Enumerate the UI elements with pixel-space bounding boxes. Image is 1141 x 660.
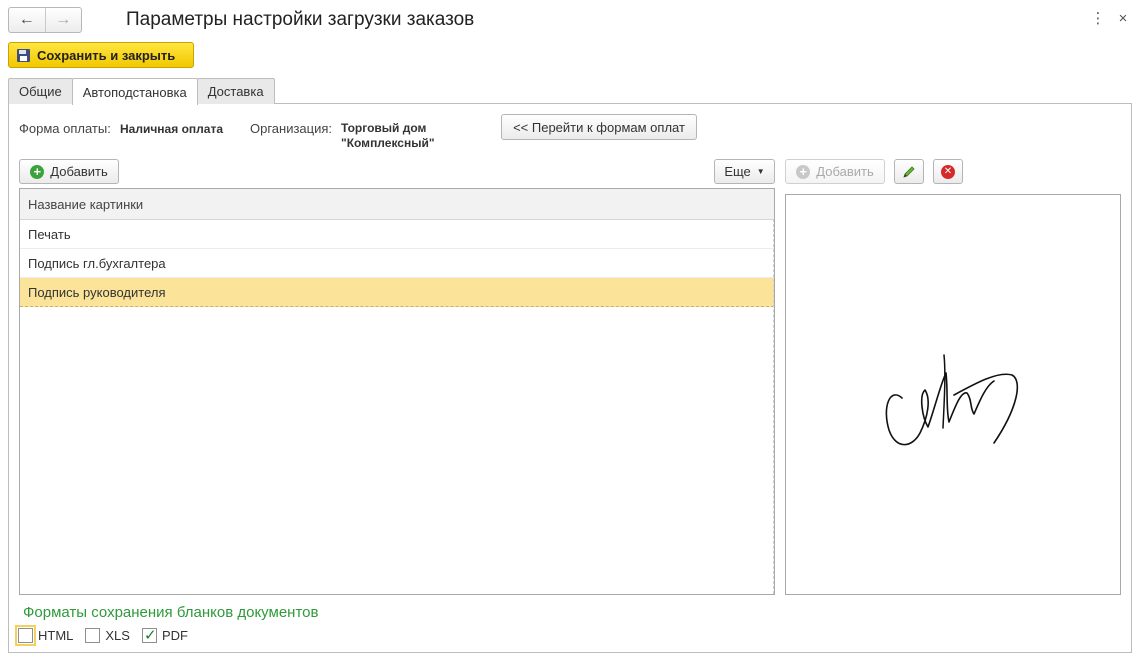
table-row[interactable]: Подпись гл.бухгалтера	[20, 249, 774, 278]
delete-circle-icon: ✕	[941, 164, 955, 179]
floppy-disk-icon	[17, 48, 30, 62]
close-button[interactable]: ×	[1115, 8, 1131, 28]
table-row[interactable]: Печать	[20, 220, 774, 249]
picture-preview	[785, 194, 1121, 595]
plus-circle-icon: +	[30, 164, 45, 179]
pdf-checkbox[interactable]: ✓	[141, 626, 157, 644]
add-picture-button[interactable]: + Добавить	[19, 159, 119, 184]
table-row-selected[interactable]: Подпись руководителя	[20, 278, 774, 307]
goto-payment-forms-button[interactable]: << Перейти к формам оплат	[501, 114, 697, 140]
signature-image	[885, 354, 1019, 446]
tab-delivery[interactable]: Доставка	[196, 78, 275, 104]
add-image-button[interactable]: + Добавить	[785, 159, 885, 184]
organization-value: Торговый дом "Комплексный"	[341, 121, 435, 150]
tab-autosubstitution[interactable]: Автоподстановка	[71, 78, 198, 105]
add-image-label: Добавить	[816, 164, 874, 179]
arrow-right-icon: →	[55, 11, 72, 28]
html-checkbox[interactable]	[15, 624, 36, 646]
add-picture-label: Добавить	[50, 164, 108, 179]
xls-checkbox[interactable]	[85, 627, 101, 643]
more-menu-button[interactable]: ⋮	[1090, 8, 1106, 28]
column-header-picture-name[interactable]: Название картинки	[20, 189, 774, 220]
dropdown-arrow-icon: ▼	[756, 167, 765, 176]
xls-checkbox-label: XLS	[105, 627, 130, 643]
pictures-table: Название картинки Печать Подпись гл.бухг…	[19, 188, 775, 595]
save-and-close-label: Сохранить и закрыть	[37, 47, 176, 63]
checkmark-icon: ✓	[143, 626, 157, 644]
more-actions-button[interactable]: Еще ▼	[714, 159, 775, 184]
organization-label: Организация:	[250, 121, 333, 136]
tab-bar: Общие Автоподстановка Доставка	[8, 78, 275, 105]
forward-button[interactable]: →	[44, 8, 82, 32]
save-and-close-button[interactable]: Сохранить и закрыть	[8, 42, 194, 68]
tab-general[interactable]: Общие	[8, 78, 73, 104]
formats-section-title: Форматы сохранения бланков документов	[23, 604, 319, 621]
payment-form-label: Форма оплаты:	[19, 121, 111, 136]
back-button[interactable]: ←	[9, 8, 45, 32]
edit-image-button[interactable]	[894, 159, 924, 184]
delete-image-button[interactable]: ✕	[933, 159, 963, 184]
html-checkbox-label: HTML	[38, 627, 74, 643]
pencil-icon	[903, 165, 915, 178]
arrow-left-icon: ←	[18, 11, 35, 28]
formats-checkboxes: HTML XLS ✓ PDF	[15, 624, 200, 646]
page-title: Параметры настройки загрузки заказов	[126, 9, 475, 30]
pdf-checkbox-label: PDF	[161, 627, 188, 643]
kebab-menu-icon: ⋮	[1090, 10, 1106, 27]
navigation-buttons: ← →	[8, 7, 82, 33]
payment-form-value: Наличная оплата	[120, 122, 223, 136]
plus-circle-icon: +	[796, 164, 811, 179]
more-actions-label: Еще	[724, 164, 751, 179]
table-column-divider	[773, 219, 774, 594]
close-icon: ×	[1118, 9, 1128, 27]
